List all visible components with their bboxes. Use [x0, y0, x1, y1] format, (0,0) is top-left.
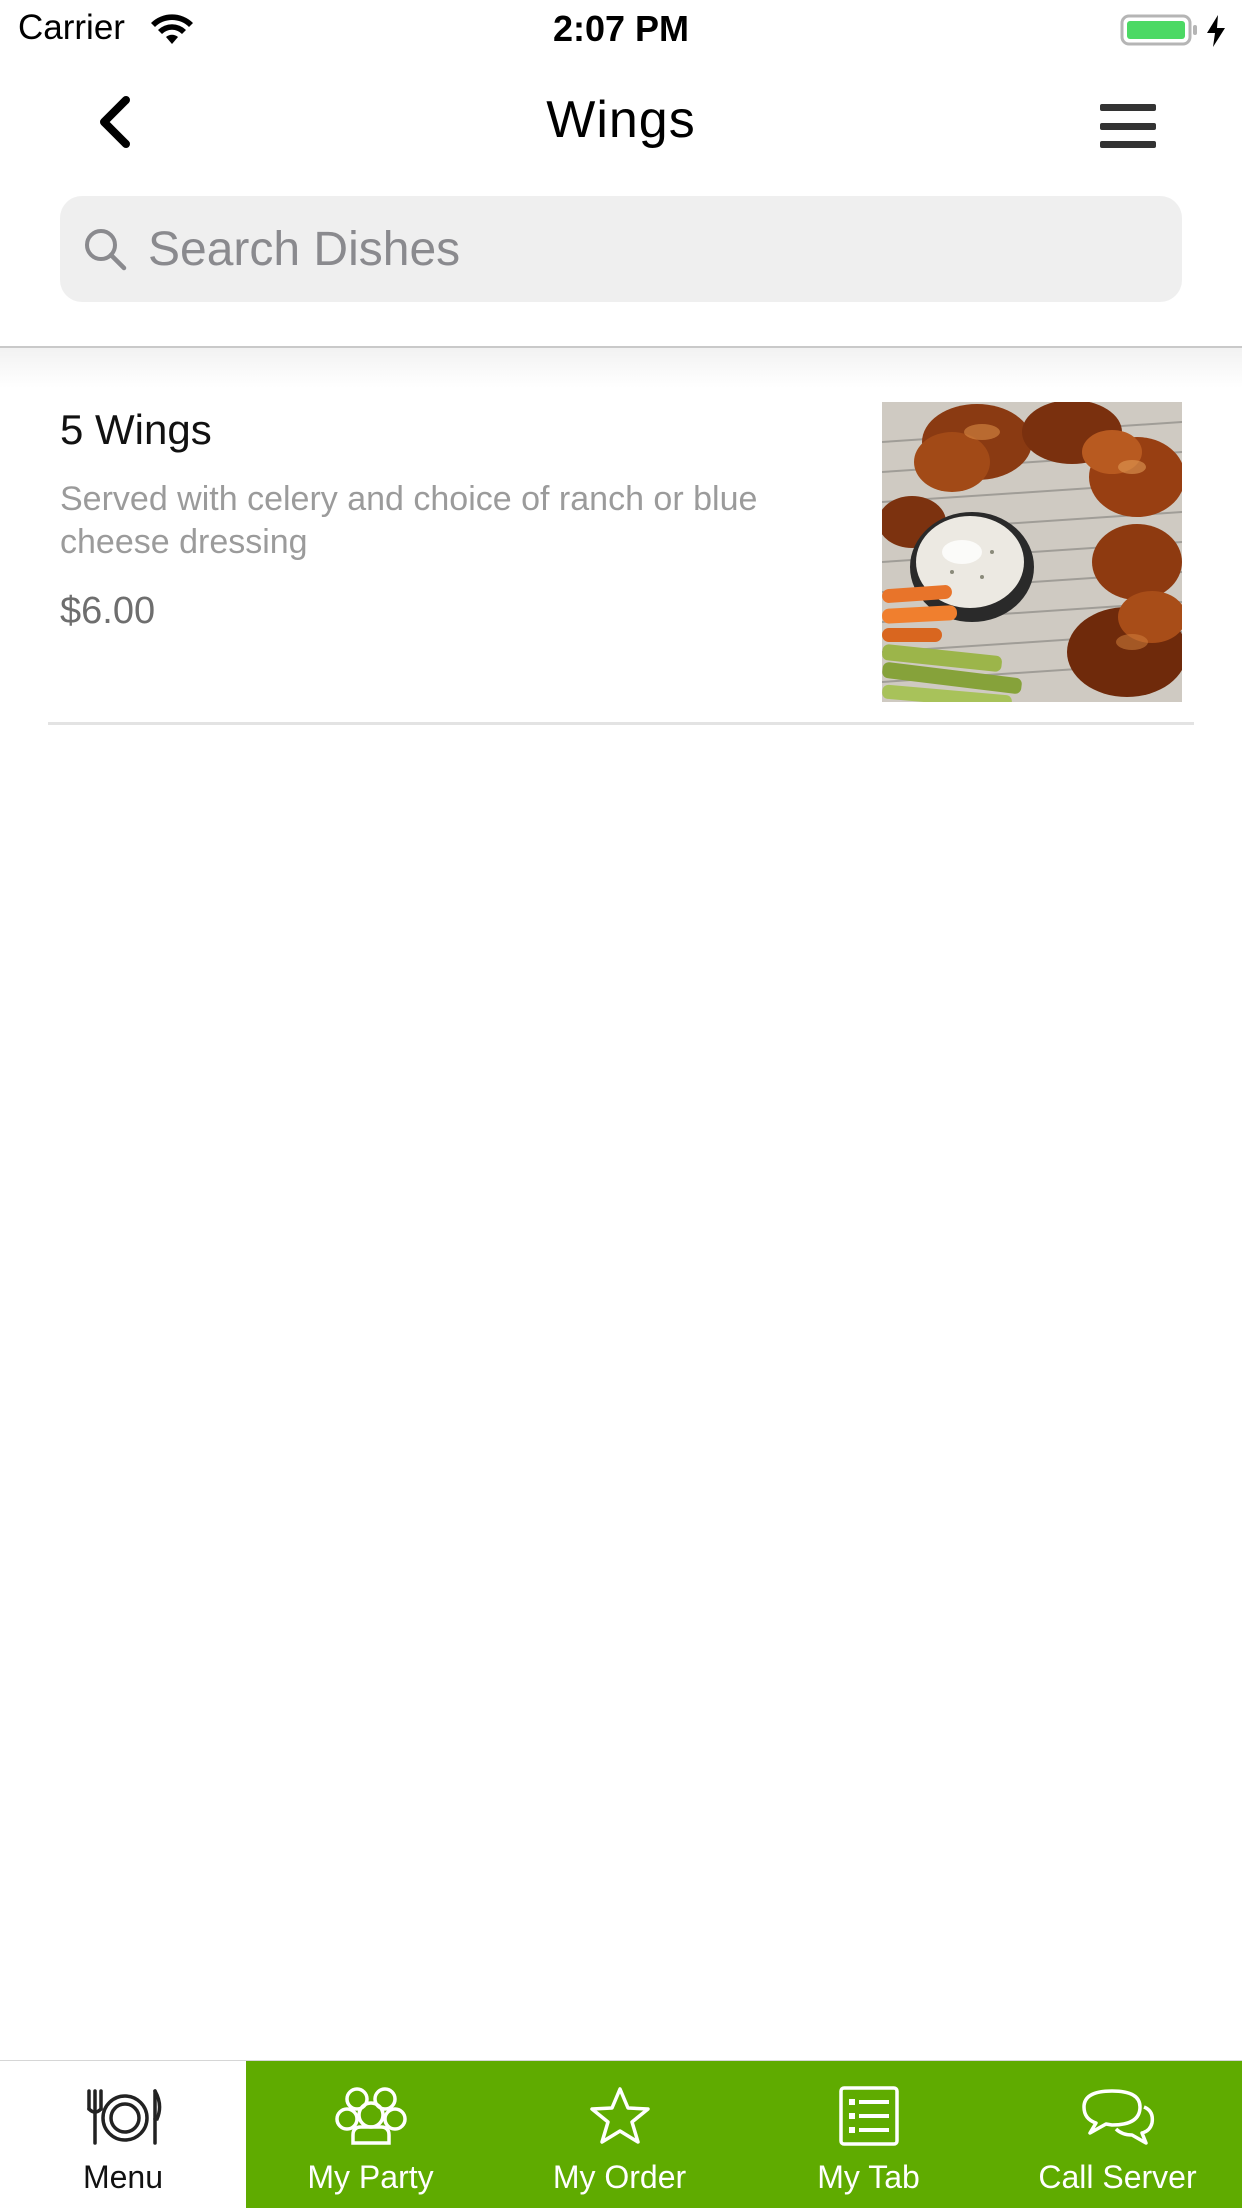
search-bar[interactable] — [60, 196, 1182, 302]
dish-name: 5 Wings — [60, 406, 212, 453]
dish-price: $6.00 — [60, 590, 156, 632]
tab-label: My Party — [307, 2159, 434, 2195]
battery-icon — [1120, 14, 1197, 46]
wings-photo — [882, 402, 1182, 702]
dish-divider — [48, 722, 1194, 725]
status-bar: Carrier 2:07 PM — [0, 0, 1242, 62]
search-icon — [85, 229, 127, 271]
group-icon — [334, 2087, 407, 2145]
header-shadow — [0, 348, 1242, 388]
tab-label: Menu — [82, 2159, 164, 2195]
dish-photo[interactable] — [882, 402, 1182, 702]
search-input[interactable] — [148, 221, 1148, 277]
tab-my-order[interactable]: My Order — [495, 2061, 744, 2208]
dish-description: Served with celery and choice of ranch o… — [60, 480, 758, 561]
tab-menu[interactable]: Menu — [0, 2061, 246, 2208]
tab-label: My Tab — [817, 2159, 920, 2195]
tab-my-tab[interactable]: My Tab — [744, 2061, 993, 2208]
bottom-tab-bar: Menu My Party My Order My Tab Call Serve… — [0, 2060, 1242, 2208]
hamburger-line — [1100, 141, 1156, 148]
hamburger-menu-button[interactable] — [1096, 98, 1160, 154]
list-icon — [838, 2086, 899, 2146]
hamburger-line — [1100, 122, 1156, 130]
charging-bolt-icon — [1207, 15, 1225, 47]
chat-bubbles-icon — [1081, 2089, 1154, 2145]
page-title: Wings — [546, 91, 696, 149]
plate-fork-knife-icon — [87, 2089, 162, 2145]
tab-label: Call Server — [1038, 2159, 1197, 2195]
hamburger-line — [1100, 104, 1156, 111]
tab-call-server[interactable]: Call Server — [993, 2061, 1242, 2208]
tab-my-party[interactable]: My Party — [246, 2061, 495, 2208]
dish-list-item[interactable]: 5 Wings Served with celery and choice of… — [0, 390, 1242, 722]
star-icon — [589, 2087, 650, 2144]
nav-bar: Wings — [0, 62, 1242, 192]
tab-label: My Order — [552, 2159, 687, 2195]
clock-time: 2:07 PM — [552, 8, 690, 49]
